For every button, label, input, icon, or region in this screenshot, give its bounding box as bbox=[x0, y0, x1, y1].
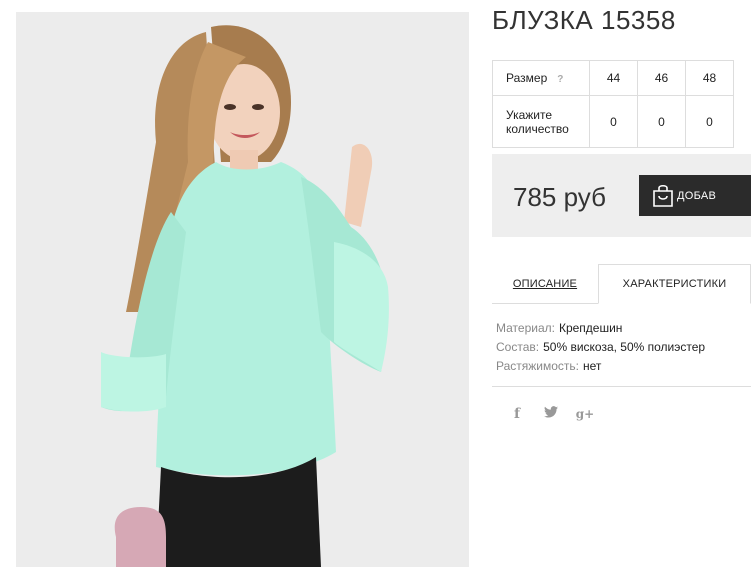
help-icon[interactable]: ? bbox=[557, 74, 563, 85]
product-image bbox=[16, 12, 469, 567]
google-plus-icon[interactable]: g+ bbox=[575, 407, 595, 421]
characteristic-material: Материал: Крепдешин bbox=[496, 319, 705, 338]
size-row: Размер? 44 46 48 bbox=[492, 60, 734, 96]
quantity-input-44[interactable] bbox=[598, 114, 629, 129]
twitter-bird-icon bbox=[544, 406, 558, 418]
facebook-icon[interactable]: f bbox=[507, 406, 527, 422]
quantity-cell-46 bbox=[637, 95, 686, 148]
shopping-bag-icon bbox=[651, 183, 675, 211]
size-label: Размер bbox=[506, 71, 548, 85]
quantity-cell-44 bbox=[589, 95, 638, 148]
twitter-icon[interactable] bbox=[541, 406, 561, 422]
characteristic-key: Состав: bbox=[496, 340, 540, 354]
product-photo[interactable] bbox=[16, 12, 469, 567]
characteristic-value: Крепдешин bbox=[558, 321, 623, 335]
quantity-input-46[interactable] bbox=[646, 114, 677, 129]
product-title: БЛУЗКА 15358 bbox=[492, 5, 676, 35]
characteristic-key: Растяжимость: bbox=[496, 359, 580, 373]
size-table: Размер? 44 46 48 Укажите количество bbox=[492, 60, 734, 148]
size-label-cell: Размер? bbox=[492, 60, 590, 96]
quantity-row: Укажите количество bbox=[492, 95, 734, 148]
characteristic-key: Материал: bbox=[496, 321, 555, 335]
characteristic-stretch: Растяжимость: нет bbox=[496, 357, 705, 376]
characteristics-list: Материал: Крепдешин Состав: 50% вискоза, 5… bbox=[496, 319, 705, 376]
product-page: БЛУЗКА 15358 Размер? 44 46 48 Укажите ко… bbox=[0, 0, 751, 567]
price-block: 785 руб ДОБАВ bbox=[492, 154, 751, 237]
price: 785 руб bbox=[513, 182, 606, 212]
product-tabs: ОПИСАНИЕ ХАРАКТЕРИСТИКИ bbox=[492, 264, 751, 304]
tab-description[interactable]: ОПИСАНИЕ bbox=[492, 264, 598, 304]
quantity-cell-48 bbox=[685, 95, 734, 148]
add-to-cart-label: ДОБАВ bbox=[677, 189, 717, 202]
characteristic-composition: Состав: 50% вискоза, 50% полиэстер bbox=[496, 338, 705, 357]
tab-characteristics[interactable]: ХАРАКТЕРИСТИКИ bbox=[598, 264, 751, 304]
quantity-input-48[interactable] bbox=[694, 114, 725, 129]
add-to-cart-button[interactable]: ДОБАВ bbox=[639, 175, 751, 216]
size-48: 48 bbox=[685, 60, 734, 96]
size-44: 44 bbox=[589, 60, 638, 96]
section-divider bbox=[492, 386, 751, 387]
social-share: f g+ bbox=[507, 406, 595, 422]
characteristic-value: 50% вискоза, 50% полиэстер bbox=[543, 340, 706, 354]
quantity-label: Укажите количество bbox=[492, 95, 590, 148]
characteristic-value: нет bbox=[583, 359, 602, 373]
size-46: 46 bbox=[637, 60, 686, 96]
